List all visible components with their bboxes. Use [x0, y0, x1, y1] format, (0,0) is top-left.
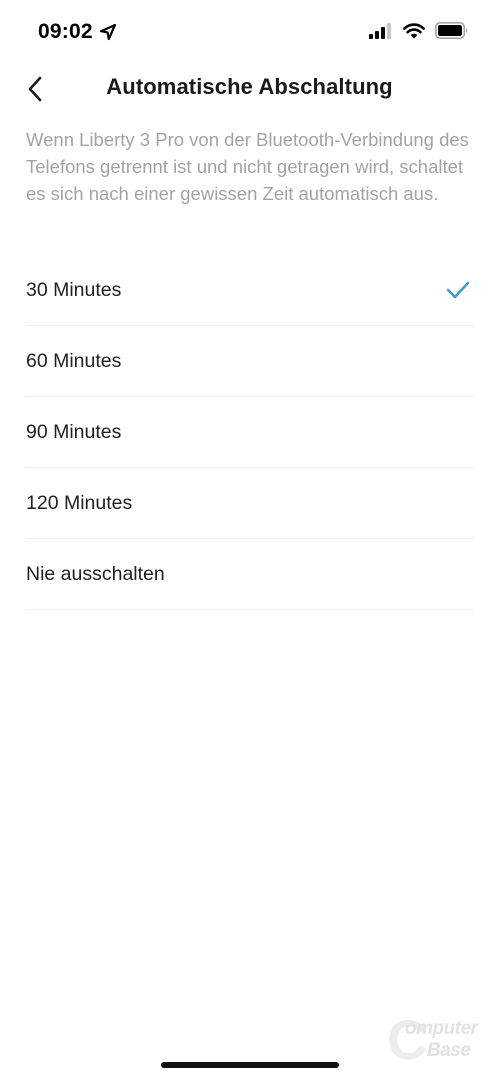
page-title: Automatische Abschaltung — [106, 74, 393, 99]
option-label: Nie ausschalten — [26, 562, 165, 585]
auto-off-options-list: 30 Minutes 60 Minutes 90 Minutes 120 Min… — [26, 255, 474, 610]
status-icons — [369, 22, 469, 44]
option-90-minutes[interactable]: 90 Minutes — [26, 397, 474, 468]
watermark-line2: Base — [427, 1040, 471, 1061]
checkmark-icon — [446, 281, 470, 299]
status-time: 09:02 — [38, 20, 93, 43]
location-arrow-icon — [99, 23, 117, 41]
option-120-minutes[interactable]: 120 Minutes — [26, 468, 474, 539]
computerbase-watermark: C omputer Base — [387, 1010, 487, 1070]
option-label: 120 Minutes — [26, 491, 133, 514]
navigation-header: Automatische Abschaltung — [0, 66, 499, 112]
option-label: 30 Minutes — [26, 278, 122, 301]
option-label: 90 Minutes — [26, 420, 122, 443]
watermark-line1: omputer — [405, 1018, 478, 1039]
cellular-signal-icon — [369, 22, 393, 44]
wifi-icon — [403, 22, 425, 44]
description-text: Wenn Liberty 3 Pro von der Bluetooth-Ver… — [26, 129, 469, 204]
status-time-group: 09:02 — [38, 20, 117, 44]
status-bar: 09:02 — [0, 0, 499, 66]
battery-icon — [435, 22, 469, 44]
home-indicator[interactable] — [161, 1062, 339, 1068]
option-60-minutes[interactable]: 60 Minutes — [26, 326, 474, 397]
option-30-minutes[interactable]: 30 Minutes — [26, 255, 474, 326]
option-label: 60 Minutes — [26, 349, 122, 372]
option-never-off[interactable]: Nie ausschalten — [26, 539, 474, 610]
